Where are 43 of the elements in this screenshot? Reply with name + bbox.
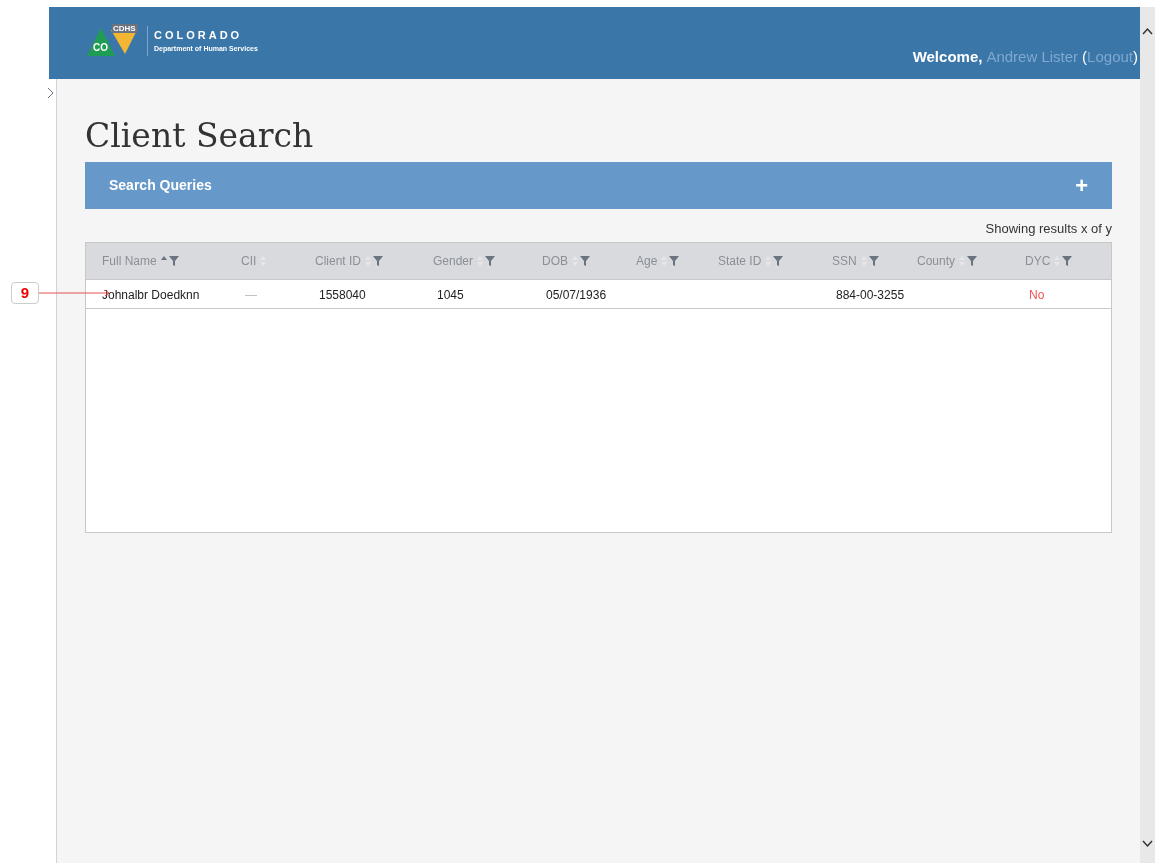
- column-header[interactable]: Full Name: [102, 251, 157, 270]
- filter-icon[interactable]: [669, 255, 680, 266]
- column-header[interactable]: CII: [241, 251, 257, 270]
- page-title: Client Search: [85, 119, 315, 152]
- filter-icon[interactable]: [373, 255, 383, 266]
- filter-icon[interactable]: [580, 255, 590, 266]
- logout-link[interactable]: Logout: [1087, 46, 1133, 69]
- column-header[interactable]: DYC: [1025, 251, 1051, 270]
- column-header[interactable]: DOB: [542, 251, 568, 270]
- org-name: COLORADO: [154, 30, 244, 41]
- table-cell: —: [245, 287, 257, 302]
- filter-icon[interactable]: [1062, 255, 1073, 266]
- table-cell: 1558040: [319, 287, 366, 302]
- scrollbar[interactable]: [1140, 7, 1155, 863]
- filter-icon[interactable]: [485, 255, 496, 266]
- logo-drawing: CO CDHS: [85, 24, 141, 58]
- scroll-down-icon[interactable]: [1142, 840, 1153, 848]
- results-summary: Showing results x of y: [985, 220, 1112, 238]
- paren-text: (: [1082, 47, 1088, 67]
- search-queries-panel[interactable]: Search Queries +: [85, 162, 1112, 209]
- column-header[interactable]: Gender: [433, 251, 474, 270]
- welcome-text: Welcome,: [912, 47, 983, 67]
- callout-badge: 9: [11, 282, 39, 304]
- expand-button[interactable]: +: [1075, 174, 1088, 197]
- paren-text: ): [1133, 47, 1138, 67]
- panel-title: Search Queries: [109, 176, 212, 195]
- status-text: No: [1029, 287, 1045, 302]
- column-header[interactable]: County: [917, 251, 956, 270]
- filter-icon[interactable]: [967, 255, 978, 266]
- filter-icon[interactable]: [773, 255, 784, 266]
- filter-icon[interactable]: [168, 255, 179, 266]
- user-name-link[interactable]: Andrew Lister: [986, 46, 1079, 69]
- column-header[interactable]: State ID: [718, 251, 762, 270]
- scroll-up-icon[interactable]: [1142, 27, 1153, 35]
- column-header[interactable]: Age: [636, 251, 658, 270]
- table-cell: 05/07/1936: [546, 287, 607, 302]
- filter-icon[interactable]: [868, 255, 879, 266]
- table-cell: 884-00-3255: [836, 287, 905, 302]
- table-cell: Johnalbr Doedknn: [102, 287, 200, 302]
- column-header[interactable]: SSN: [832, 251, 857, 270]
- chevron-right-icon[interactable]: [47, 87, 54, 99]
- column-header[interactable]: Client ID: [315, 251, 361, 270]
- table-cell: 1045: [437, 287, 464, 302]
